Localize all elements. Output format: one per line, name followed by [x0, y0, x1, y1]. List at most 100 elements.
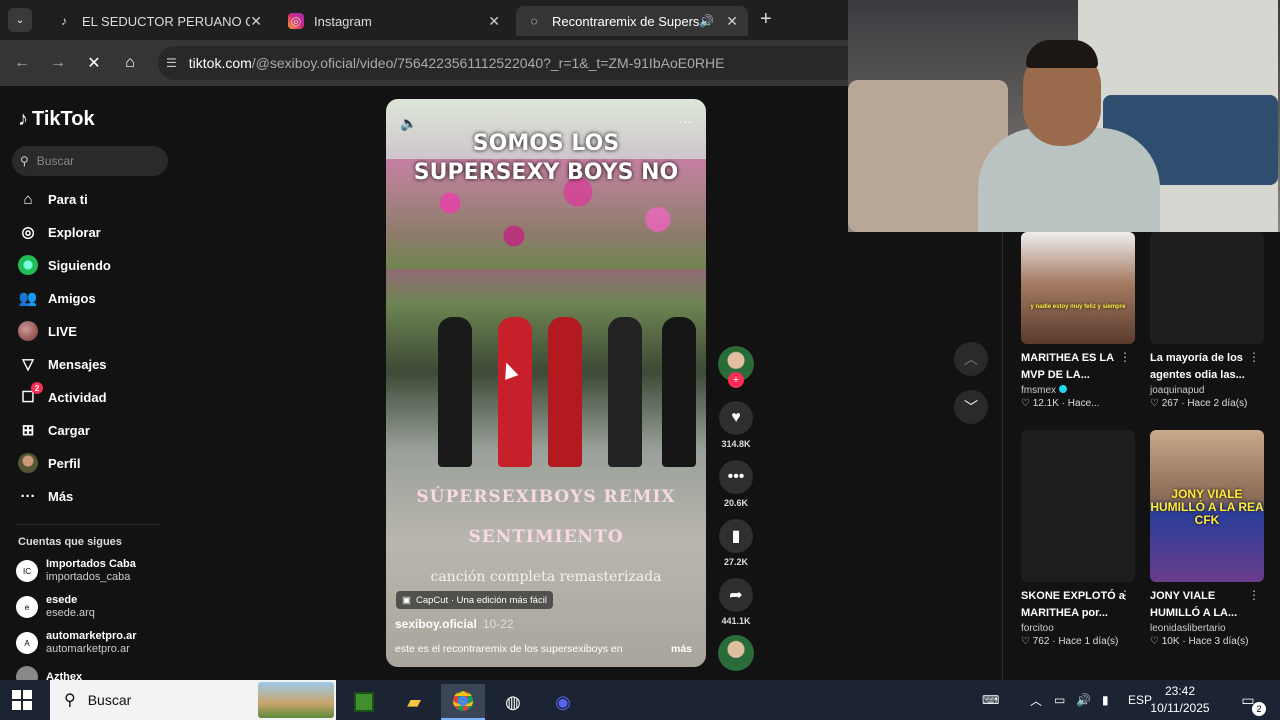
comment-button[interactable]: ••• 20.6K: [716, 460, 756, 508]
browser-tabbar: ⌄ ♪ EL SEDUCTOR PERUANO QUE C ✕ ◎ Instag…: [0, 0, 848, 40]
activity-badge: 2: [31, 382, 43, 394]
mute-icon[interactable]: 🔈: [400, 115, 417, 132]
like-button[interactable]: ♥ 314.8K: [716, 401, 756, 449]
following-section-title: Cuentas que sigues: [18, 536, 122, 548]
forward-arrow-icon[interactable]: →: [46, 51, 70, 75]
compass-icon: ◎: [21, 224, 35, 241]
tab-search-button[interactable]: ⌄: [8, 8, 32, 32]
back-arrow-icon[interactable]: ←: [10, 51, 34, 75]
capcut-badge[interactable]: ▣ CapCut · Una edición más fácil: [396, 591, 553, 609]
notification-icon[interactable]: ▭ 2: [1236, 688, 1266, 716]
sidebar: ♪ TikTok ⚲ Buscar ⌂ Para ti ◎ Explorar Sig…: [0, 86, 180, 688]
next-video-button[interactable]: ﹀: [954, 390, 988, 424]
upload-icon: ⊞: [21, 422, 35, 439]
video-figure: [438, 317, 472, 467]
search-icon: ⚲: [20, 154, 29, 168]
heart-icon: ♡: [1021, 398, 1033, 409]
friends-icon: 👥: [18, 290, 38, 307]
minecraft-icon[interactable]: [342, 684, 386, 720]
sidebar-item-cargar[interactable]: ⊞ Cargar: [18, 418, 90, 442]
follow-plus-icon[interactable]: +: [728, 372, 744, 388]
webcam-overlay: [848, 0, 1280, 232]
video-figure: [498, 317, 532, 467]
heart-icon: ♡: [1150, 636, 1162, 647]
profile-icon: [18, 453, 38, 473]
system-clock[interactable]: 23:42 10/11/2025: [1148, 683, 1212, 717]
sidebar-item-para-ti[interactable]: ⌂ Para ti: [18, 187, 87, 211]
chevron-up-icon[interactable]: ︿: [1030, 680, 1042, 720]
avatar: A: [16, 632, 38, 654]
avatar: e: [16, 596, 38, 618]
more-description-button[interactable]: más: [671, 643, 692, 655]
share-button[interactable]: ➦ 441.1K: [716, 578, 756, 626]
sidebar-item-explorar[interactable]: ◎ Explorar: [18, 220, 100, 244]
home-icon[interactable]: ⌂: [118, 51, 142, 75]
tab-seductor[interactable]: ♪ EL SEDUCTOR PERUANO QUE C ✕: [46, 6, 272, 36]
related-video-card[interactable]: ⋮ La mayoría de los agentes odia las... …: [1150, 232, 1264, 409]
sidebar-item-siguiendo[interactable]: Siguiendo: [18, 253, 111, 277]
more-options-icon[interactable]: ⋮: [1119, 588, 1131, 602]
search-input[interactable]: ⚲ Buscar: [12, 146, 168, 176]
more-options-icon[interactable]: ⋮: [1119, 350, 1131, 364]
verified-icon: [1059, 385, 1067, 393]
close-icon[interactable]: ✕: [250, 13, 262, 30]
close-icon[interactable]: ✕: [726, 13, 738, 30]
chevron-down-icon: ﹀: [964, 399, 978, 415]
sidebar-item-actividad[interactable]: ☐ 2 Actividad: [18, 382, 107, 409]
video-author[interactable]: sexiboy.oficial 10-22: [395, 617, 514, 631]
discord-icon[interactable]: ◉: [541, 684, 585, 720]
previous-video-button[interactable]: ︿: [954, 342, 988, 376]
site-info-icon[interactable]: ☰: [166, 56, 177, 70]
sidebar-item-live[interactable]: LIVE: [18, 319, 77, 343]
address-bar[interactable]: ☰ tiktok.com/@sexiboy.oficial/video/7564…: [158, 46, 858, 80]
save-button[interactable]: ▮ 27.2K: [716, 519, 756, 567]
heart-icon: ♡: [1150, 398, 1162, 409]
related-videos: y nadie estoy muy feliz y siempre ⋮ MARI…: [1002, 232, 1280, 680]
taskbar-search[interactable]: ⚲ Buscar: [50, 680, 336, 720]
network-icon[interactable]: ▭: [1054, 680, 1065, 720]
home-icon: ⌂: [23, 190, 33, 208]
sidebar-item-amigos[interactable]: 👥 Amigos: [18, 286, 96, 310]
more-options-icon[interactable]: ⋮: [1248, 588, 1260, 602]
chrome-icon[interactable]: [441, 684, 485, 720]
sidebar-item-mas[interactable]: ··· Más: [18, 484, 74, 508]
related-video-card[interactable]: ⋮ SKONE EXPLOTÓ a MARITHEA por... forcit…: [1021, 430, 1135, 647]
obs-icon[interactable]: ◍: [491, 684, 535, 720]
speaker-icon[interactable]: 🔊: [699, 14, 714, 28]
stop-icon[interactable]: ✕: [82, 51, 106, 75]
following-account[interactable]: IC Importados Caba importados_caba: [16, 556, 136, 586]
sidebar-item-mensajes[interactable]: ▽ Mensajes: [18, 352, 106, 376]
capcut-icon: ▣: [402, 594, 411, 606]
tab-instagram[interactable]: ◎ Instagram ✕: [278, 6, 510, 36]
windows-start-icon[interactable]: [12, 690, 32, 710]
loading-icon: ◌: [530, 14, 538, 28]
avatar: IC: [16, 560, 38, 582]
tiktok-icon: ♪: [18, 108, 28, 130]
video-player[interactable]: SOMOS LOS SUPERSEXY BOYS NO SÚPERSEXIBOY…: [386, 99, 706, 667]
activity-icon: ☐ 2: [18, 382, 43, 407]
video-thumbnail: [1150, 232, 1264, 344]
file-explorer-icon[interactable]: ▰: [392, 684, 436, 720]
close-icon[interactable]: ✕: [488, 13, 500, 30]
video-thumbnail: y nadie estoy muy feliz y siempre: [1021, 232, 1135, 344]
creator-avatar[interactable]: +: [716, 346, 756, 388]
bookmark-icon: ▮: [719, 519, 753, 553]
related-video-card[interactable]: y nadie estoy muy feliz y siempre ⋮ MARI…: [1021, 232, 1135, 409]
live-icon: [18, 321, 38, 341]
share-icon: ➦: [719, 578, 753, 612]
keyboard-icon[interactable]: ⌨: [982, 680, 999, 720]
volume-icon[interactable]: 🔊: [1076, 680, 1091, 720]
new-tab-button[interactable]: +: [760, 8, 772, 31]
more-icon: ···: [20, 487, 36, 505]
tiktok-logo[interactable]: ♪ TikTok: [18, 108, 95, 131]
usb-icon[interactable]: ▮: [1102, 680, 1109, 720]
tab-recontraremix[interactable]: ◌ Recontraremix de Supersexi 🔊 ✕: [516, 6, 748, 36]
more-options-icon[interactable]: ···: [678, 113, 692, 129]
video-description: este es el recontraremix de los supersex…: [395, 643, 623, 655]
sidebar-item-perfil[interactable]: Perfil: [18, 451, 81, 475]
related-video-card[interactable]: JONY VIALE HUMILLÓ A LA REA CFK ⋮ JONY V…: [1150, 430, 1264, 647]
following-account[interactable]: e esede esede.arq: [16, 592, 95, 622]
following-account[interactable]: A automarketpro.ar automarketpro.ar: [16, 628, 136, 658]
more-options-icon[interactable]: ⋮: [1248, 350, 1260, 364]
music-disc[interactable]: [716, 635, 756, 671]
